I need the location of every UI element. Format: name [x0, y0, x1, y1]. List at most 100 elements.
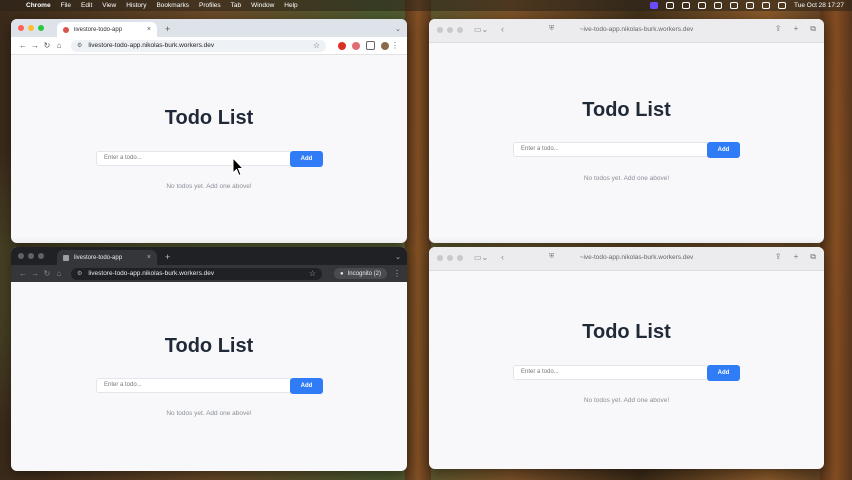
- zoom-window-button[interactable]: [457, 27, 463, 33]
- control-center-icon[interactable]: [778, 2, 786, 9]
- extension-icon[interactable]: [352, 41, 360, 50]
- home-icon[interactable]: ⌂: [53, 41, 65, 50]
- profile-avatar[interactable]: [381, 41, 389, 50]
- page-title: Todo List: [582, 99, 671, 121]
- menu-bar: Chrome File Edit View History Bookmarks …: [0, 0, 852, 11]
- tab-search-icon[interactable]: ⌄: [395, 253, 401, 261]
- share-icon[interactable]: ⇪: [775, 252, 782, 262]
- tab-title: livestore-todo-app: [74, 26, 123, 33]
- menu-history[interactable]: History: [126, 2, 146, 9]
- status-icon[interactable]: [714, 2, 722, 9]
- close-window-button[interactable]: [437, 27, 443, 33]
- bookmark-star-icon[interactable]: ☆: [309, 269, 316, 278]
- bookmark-star-icon[interactable]: ☆: [313, 41, 320, 50]
- menu-bookmarks[interactable]: Bookmarks: [156, 2, 189, 9]
- wifi-icon[interactable]: [746, 2, 754, 9]
- search-icon[interactable]: [762, 2, 770, 9]
- close-window-button[interactable]: [437, 255, 443, 261]
- browser-tab[interactable]: livestore-todo-app ×: [57, 250, 157, 265]
- todo-input[interactable]: Enter a todo...: [96, 151, 292, 166]
- sidebar-icon[interactable]: ▭⌄: [474, 25, 488, 34]
- page-content: Todo List Enter a todo... Add No todos y…: [11, 283, 407, 471]
- status-icon[interactable]: [666, 2, 674, 9]
- menu-tab[interactable]: Tab: [231, 2, 241, 9]
- back-icon[interactable]: ←: [17, 269, 29, 278]
- home-icon[interactable]: ⌂: [53, 269, 65, 278]
- close-window-button[interactable]: [18, 253, 24, 259]
- sidebar-icon[interactable]: ▭⌄: [474, 253, 488, 262]
- new-tab-icon[interactable]: +: [165, 24, 170, 34]
- minimize-window-button[interactable]: [447, 255, 453, 261]
- back-icon[interactable]: ‹: [501, 24, 504, 34]
- todo-input[interactable]: Enter a todo...: [513, 365, 709, 380]
- privacy-shield-icon[interactable]: ⛨: [549, 25, 554, 33]
- kebab-menu-icon[interactable]: ⋮: [389, 41, 401, 50]
- back-icon[interactable]: ←: [17, 41, 29, 50]
- address-bar[interactable]: ⚙ livestore-todo-app.nikolas-burk.worker…: [71, 39, 326, 52]
- address-bar[interactable]: ~ive-todo-app.nikolas-burk.workers.dev: [569, 252, 704, 264]
- safari-window: ▭⌄ ‹ ⛨ ~ive-todo-app.nikolas-burk.worker…: [429, 19, 824, 243]
- reload-icon[interactable]: ↻: [41, 269, 53, 278]
- kebab-menu-icon[interactable]: ⋮: [393, 269, 401, 278]
- new-tab-icon[interactable]: +: [794, 252, 799, 262]
- safari-window: ▭⌄ ‹ ⛨ ~ive-todo-app.nikolas-burk.worker…: [429, 247, 824, 469]
- menu-profiles[interactable]: Profiles: [199, 2, 221, 9]
- minimize-window-button[interactable]: [28, 25, 34, 31]
- forward-icon[interactable]: →: [29, 269, 41, 278]
- zoom-window-button[interactable]: [38, 253, 44, 259]
- close-window-button[interactable]: [18, 25, 24, 31]
- site-info-icon[interactable]: ⚙: [77, 270, 82, 277]
- status-icon[interactable]: [682, 2, 690, 9]
- reload-icon[interactable]: ↻: [41, 41, 53, 50]
- tab-overview-icon[interactable]: ⧉: [810, 252, 816, 262]
- browser-tab[interactable]: livestore-todo-app ×: [57, 22, 157, 37]
- add-button[interactable]: Add: [707, 365, 740, 381]
- tab-overview-icon[interactable]: ⧉: [810, 24, 816, 34]
- back-icon[interactable]: ‹: [501, 252, 504, 262]
- page-title: Todo List: [582, 321, 671, 343]
- clock[interactable]: Tue Oct 28 17:27: [794, 2, 844, 9]
- add-button[interactable]: Add: [290, 151, 323, 167]
- menu-file[interactable]: File: [61, 2, 71, 9]
- site-info-icon[interactable]: ⚙: [77, 42, 82, 49]
- menu-edit[interactable]: Edit: [81, 2, 92, 9]
- status-icon[interactable]: [698, 2, 706, 9]
- todo-input[interactable]: Enter a todo...: [513, 142, 709, 157]
- address-bar[interactable]: ~ive-todo-app.nikolas-burk.workers.dev: [569, 24, 704, 36]
- todo-input[interactable]: Enter a todo...: [96, 378, 292, 393]
- minimize-window-button[interactable]: [28, 253, 34, 259]
- forward-icon[interactable]: →: [29, 41, 41, 50]
- address-bar[interactable]: ⚙ livestore-todo-app.nikolas-burk.worker…: [71, 267, 323, 280]
- chrome-incognito-window: livestore-todo-app × + ⌄ ← → ↻ ⌂ ⚙ lives…: [11, 247, 407, 471]
- page-title: Todo List: [164, 107, 254, 129]
- tab-search-icon[interactable]: ⌄: [395, 25, 401, 33]
- background-tree-trunk: [405, 0, 431, 480]
- new-tab-icon[interactable]: +: [165, 252, 170, 262]
- menu-view[interactable]: View: [102, 2, 116, 9]
- add-button[interactable]: Add: [290, 378, 323, 394]
- add-button[interactable]: Add: [707, 142, 740, 158]
- new-tab-icon[interactable]: +: [794, 24, 799, 34]
- zoom-window-button[interactable]: [457, 255, 463, 261]
- menu-help[interactable]: Help: [284, 2, 297, 9]
- screen-record-icon[interactable]: [650, 2, 658, 9]
- zoom-window-button[interactable]: [38, 25, 44, 31]
- menu-app-name[interactable]: Chrome: [26, 2, 51, 9]
- minimize-window-button[interactable]: [447, 27, 453, 33]
- share-icon[interactable]: ⇪: [775, 24, 782, 34]
- url-text: livestore-todo-app.nikolas-burk.workers.…: [88, 270, 215, 277]
- battery-icon[interactable]: [730, 2, 738, 9]
- tab-strip: livestore-todo-app × + ⌄: [11, 247, 407, 265]
- todo-form: Enter a todo... Add: [513, 142, 740, 158]
- incognito-badge[interactable]: ● Incognito (2): [334, 268, 387, 279]
- extension-icon[interactable]: [338, 41, 346, 50]
- toolbar: ← → ↻ ⌂ ⚙ livestore-todo-app.nikolas-bur…: [11, 37, 407, 55]
- incognito-label: Incognito (2): [347, 270, 381, 277]
- close-tab-icon[interactable]: ×: [147, 26, 151, 33]
- extensions-puzzle-icon[interactable]: [366, 41, 375, 50]
- privacy-shield-icon[interactable]: ⛨: [549, 253, 554, 261]
- close-tab-icon[interactable]: ×: [147, 254, 151, 261]
- menu-window[interactable]: Window: [251, 2, 274, 9]
- tab-strip: livestore-todo-app × + ⌄: [11, 19, 407, 37]
- window-controls: [18, 25, 48, 31]
